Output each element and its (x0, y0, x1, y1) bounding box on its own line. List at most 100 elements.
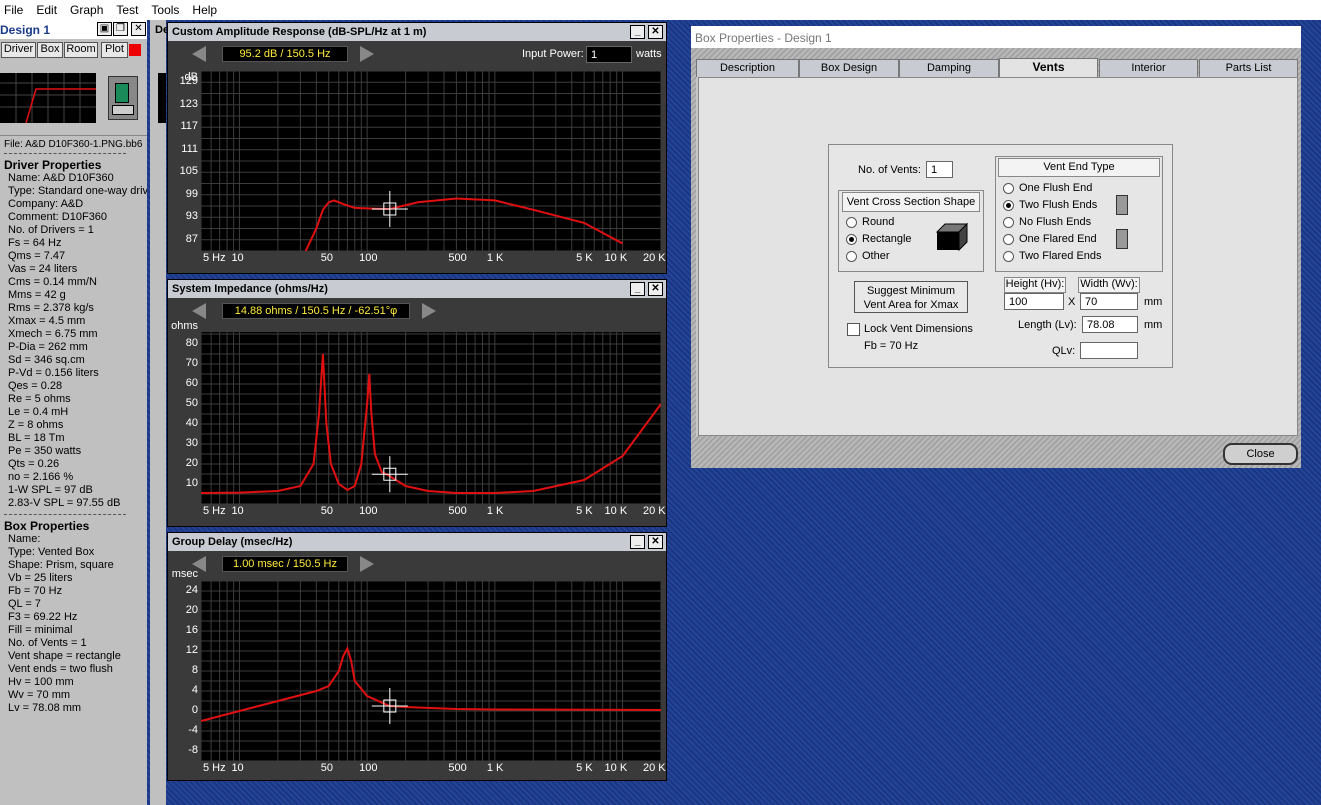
cursor-right-icon[interactable] (360, 556, 374, 572)
round-label: Round (862, 216, 895, 228)
minimize-icon[interactable]: _ (630, 282, 645, 296)
y-tick-label: 117 (180, 120, 198, 133)
property-line: Re = 5 ohms (8, 393, 71, 405)
tab-box[interactable]: Box (37, 42, 63, 58)
end-type-title: Vent End Type (998, 158, 1160, 177)
box-icon (108, 76, 138, 120)
radio-two-flared-ends[interactable] (1003, 251, 1014, 262)
tab-damping[interactable]: Damping (899, 59, 999, 77)
x-tick-label: 100 (359, 762, 378, 774)
menu-test[interactable]: Test (116, 3, 138, 17)
plot-svg (200, 580, 662, 762)
tab-box-design[interactable]: Box Design (799, 59, 899, 77)
length-field[interactable]: 78.08 (1082, 316, 1138, 333)
radio-one-flared-end[interactable] (1003, 234, 1014, 245)
group-delay-plot-area[interactable] (200, 580, 662, 762)
design-title: Design 1 (0, 23, 51, 37)
y-tick-label: 111 (181, 142, 198, 155)
minimize-icon[interactable]: _ (630, 535, 645, 549)
num-vents-field[interactable]: 1 (926, 161, 953, 178)
y-tick-label: 0 (191, 704, 198, 716)
property-line: Qts = 0.26 (8, 458, 60, 470)
minimize-icon[interactable]: _ (630, 25, 645, 39)
property-line: Shape: Prism, square (8, 559, 114, 571)
input-power-unit: watts (636, 48, 662, 60)
amplitude-plot-area[interactable] (200, 70, 662, 263)
tab-room[interactable]: Room (64, 42, 98, 58)
menu-graph[interactable]: Graph (70, 3, 103, 17)
close-icon[interactable]: ✕ (648, 25, 663, 39)
width-field[interactable]: 70 (1080, 293, 1138, 310)
y-tick-label: 129 (179, 75, 198, 88)
property-line: P-Vd = 0.156 liters (8, 367, 99, 379)
radio-round[interactable] (846, 217, 857, 228)
close-icon[interactable]: ✕ (648, 282, 663, 296)
y-tick-label: 20 (185, 457, 198, 469)
input-power-field[interactable]: 1 (586, 46, 632, 63)
menu-file[interactable]: File (4, 3, 23, 17)
mini-graph (0, 73, 96, 124)
property-line: Wv = 70 mm (8, 689, 71, 701)
lock-vent-checkbox[interactable] (847, 323, 860, 336)
property-line: Company: A&D (8, 198, 84, 210)
x-tick-label: 10 K (604, 762, 628, 774)
suggest-line-1: Suggest Minimum (866, 285, 956, 297)
radio-two-flush-ends[interactable] (1003, 200, 1014, 211)
save-icon[interactable]: ▣ (97, 22, 112, 36)
menu-help[interactable]: Help (192, 3, 217, 17)
menu-tools[interactable]: Tools (151, 3, 179, 17)
property-line: P-Dia = 262 mm (8, 341, 88, 353)
qlv-field[interactable] (1080, 342, 1138, 359)
tab-vents[interactable]: Vents (999, 58, 1098, 78)
cursor-crosshair[interactable] (371, 191, 408, 227)
cursor-crosshair[interactable] (371, 688, 408, 724)
cursor-right-icon[interactable] (360, 46, 374, 62)
suggest-line-2: Vent Area for Xmax (863, 299, 959, 311)
driver-properties-heading: Driver Properties (4, 158, 102, 172)
x-tick-label: 500 (448, 762, 467, 774)
tab-description[interactable]: Description (696, 59, 799, 77)
design-tabs: Driver Box Room Plot (0, 39, 147, 59)
tab-interior[interactable]: Interior (1099, 59, 1198, 77)
property-line: Vent shape = rectangle (8, 650, 121, 662)
tab-parts-list[interactable]: Parts List (1199, 59, 1298, 77)
close-icon[interactable]: ✕ (131, 22, 146, 36)
y-tick-label: -4 (188, 724, 198, 736)
tab-plot[interactable]: Plot (101, 42, 128, 58)
rectangle-label: Rectangle (862, 233, 912, 245)
x-tick-label: 10 K (604, 252, 628, 264)
close-icon[interactable]: ✕ (648, 535, 663, 549)
menu-edit[interactable]: Edit (36, 3, 57, 17)
x-tick-label: 10 K (604, 505, 628, 517)
property-line: Z = 8 ohms (8, 419, 64, 431)
radio-rectangle[interactable] (846, 234, 857, 245)
rectangle-vent-icon (935, 222, 969, 252)
property-line: Mms = 42 g (8, 289, 66, 301)
property-line: Xmax = 4.5 mm (8, 315, 86, 327)
property-line: Lv = 78.08 mm (8, 702, 82, 714)
x-tick-label: 50 (320, 505, 333, 517)
x-tick-label: 50 (320, 762, 333, 774)
tab-driver[interactable]: Driver (1, 42, 36, 58)
y-tick-label: 40 (185, 417, 198, 429)
y-unit-label: msec (171, 568, 198, 580)
radio-no-flush-ends[interactable] (1003, 217, 1014, 228)
radio-other[interactable] (846, 251, 857, 262)
y-tick-label: 16 (185, 624, 198, 636)
x-tick-label: 5 Hz (203, 505, 226, 517)
radio-one-flush-end[interactable] (1003, 183, 1014, 194)
close-button[interactable]: Close (1223, 443, 1298, 465)
restore-icon[interactable]: ❐ (113, 22, 128, 36)
plot-color-swatch[interactable] (129, 44, 141, 56)
y-tick-label: 105 (179, 165, 198, 178)
cursor-right-icon[interactable] (422, 303, 436, 319)
cursor-left-icon[interactable] (192, 46, 206, 62)
height-field[interactable]: 100 (1004, 293, 1064, 310)
one-flared-end-label: One Flared End (1019, 233, 1097, 245)
suggest-minimum-button[interactable]: Suggest Minimum Vent Area for Xmax (854, 281, 968, 313)
property-line: Type: Vented Box (8, 546, 95, 558)
x-tick-label: 1 K (486, 762, 504, 774)
impedance-plot-area[interactable] (200, 332, 662, 505)
design-titlebar: Design 1 ▣ ❐ ✕ (0, 20, 147, 39)
cursor-left-icon[interactable] (192, 303, 206, 319)
